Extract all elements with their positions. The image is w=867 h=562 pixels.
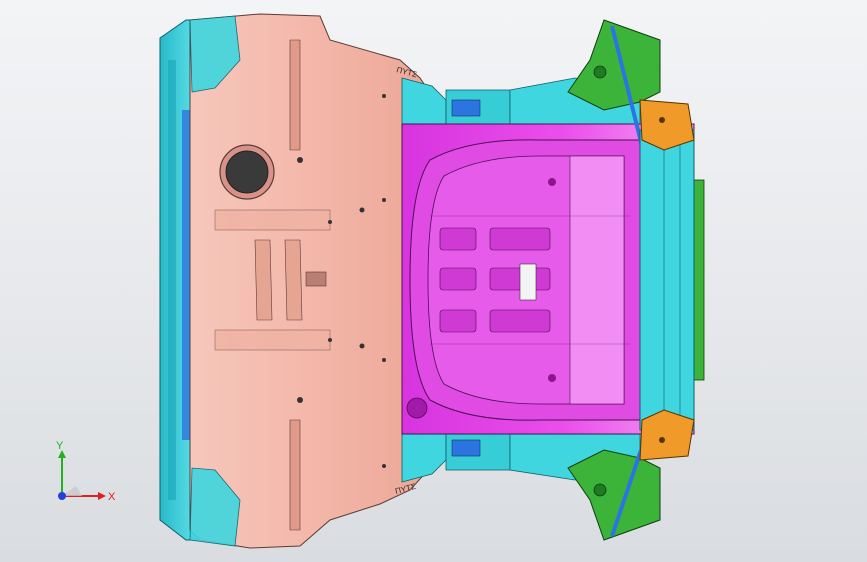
- reference-triad: Y X: [56, 440, 116, 503]
- x-arrow-head: [98, 492, 106, 500]
- x-axis-label: X: [108, 491, 116, 503]
- rear-end-rail: [639, 129, 695, 431]
- underbody-assembly-model[interactable]: ΠΥΤΣ ΠΥΤΣ: [0, 0, 867, 562]
- y-axis-label: Y: [56, 440, 64, 452]
- z-axis-dot: [58, 492, 66, 500]
- graphics-viewport[interactable]: ΠΥΤΣ ΠΥΤΣ Y X: [0, 0, 867, 562]
